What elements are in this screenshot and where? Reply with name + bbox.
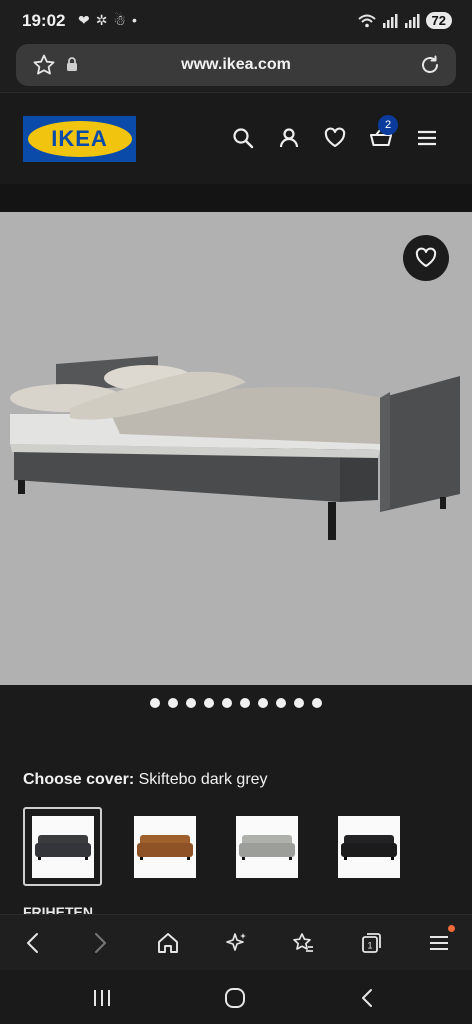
choose-cover-value: Skiftebo dark grey xyxy=(138,771,268,788)
header-actions: 2 xyxy=(232,115,438,149)
swatch-light-grey[interactable] xyxy=(227,807,306,886)
signal-icon xyxy=(404,13,420,28)
header-divider xyxy=(0,184,472,212)
dot-icon: • xyxy=(132,12,137,28)
swatch-image xyxy=(337,815,400,878)
carousel-dot[interactable] xyxy=(222,698,232,708)
address-bar[interactable]: www.ikea.com xyxy=(16,44,456,86)
swatch-black[interactable] xyxy=(329,807,408,886)
system-back-icon[interactable] xyxy=(357,987,379,1009)
sparkle-icon[interactable] xyxy=(224,931,248,955)
notification-dot xyxy=(448,925,455,932)
recent-apps-icon[interactable] xyxy=(91,987,113,1009)
signal-icon xyxy=(382,13,398,28)
swatch-dark-grey[interactable] xyxy=(23,807,102,886)
browser-menu-button[interactable] xyxy=(427,925,455,955)
bookmarks-icon[interactable] xyxy=(291,931,315,955)
status-notifications: ❤ ✲ ☃ • xyxy=(78,11,137,29)
back-arrow-icon[interactable] xyxy=(21,931,45,955)
sofa-thumbnail xyxy=(340,834,397,860)
logo-oval: IKEA xyxy=(27,121,132,157)
favourites-icon[interactable] xyxy=(324,127,346,149)
system-navigation-bar xyxy=(0,970,472,1024)
choose-cover-label: Choose cover: Skiftebo dark grey xyxy=(23,771,268,789)
carousel-dot[interactable] xyxy=(240,698,250,708)
menu-lines-icon xyxy=(430,936,448,950)
carousel-dot[interactable] xyxy=(150,698,160,708)
forward-arrow-icon[interactable] xyxy=(88,931,112,955)
browser-toolbar: www.ikea.com xyxy=(0,42,472,92)
image-carousel-dots xyxy=(0,698,472,708)
sofa-bed-image xyxy=(10,356,460,540)
site-header: IKEA 2 xyxy=(0,92,472,184)
battery-icon: 72 xyxy=(425,12,452,29)
sofa-thumbnail xyxy=(34,834,91,860)
home-button-icon[interactable] xyxy=(224,987,246,1009)
carousel-dot[interactable] xyxy=(276,698,286,708)
heart-outline-icon xyxy=(415,247,437,267)
heart-icon: ❤ xyxy=(78,12,90,28)
snowman-icon: ☃ xyxy=(113,12,127,28)
cart-button[interactable]: 2 xyxy=(369,115,398,149)
choose-cover-title: Choose cover: xyxy=(23,771,135,788)
menu-icon[interactable] xyxy=(416,127,438,149)
status-bar: 19:02 ❤ ✲ ☃ • 72 xyxy=(0,0,472,42)
logo-text: IKEA xyxy=(51,126,108,151)
cart-count-badge: 2 xyxy=(378,115,398,135)
status-time: 19:02 xyxy=(22,11,66,30)
sofa-thumbnail xyxy=(238,834,295,860)
carousel-dot[interactable] xyxy=(186,698,196,708)
swatch-image xyxy=(31,815,94,878)
carousel-dot[interactable] xyxy=(294,698,304,708)
carousel-dot[interactable] xyxy=(204,698,214,708)
sofa-thumbnail xyxy=(136,834,193,860)
carousel-dot[interactable] xyxy=(258,698,268,708)
browser-bottom-toolbar: 1 xyxy=(0,914,472,970)
carousel-dot[interactable] xyxy=(312,698,322,708)
product-image[interactable] xyxy=(0,212,472,685)
ikea-logo[interactable]: IKEA xyxy=(23,116,136,162)
url-text[interactable]: www.ikea.com xyxy=(16,56,456,74)
swatch-image xyxy=(235,815,298,878)
home-icon[interactable] xyxy=(156,931,180,955)
sync-icon: ✲ xyxy=(95,12,108,28)
account-icon[interactable] xyxy=(278,127,300,149)
swatch-image xyxy=(133,815,196,878)
add-to-favourites-button[interactable] xyxy=(403,235,449,281)
reload-icon[interactable] xyxy=(418,53,442,77)
product-name-heading: FRIHETEN xyxy=(23,904,93,914)
carousel-dot[interactable] xyxy=(168,698,178,708)
cover-swatches xyxy=(23,807,408,886)
swatch-brown[interactable] xyxy=(125,807,204,886)
search-icon[interactable] xyxy=(232,127,254,149)
tabs-icon[interactable]: 1 xyxy=(359,931,383,955)
svg-text:1: 1 xyxy=(367,941,372,951)
wifi-icon xyxy=(357,14,376,27)
status-right: 72 xyxy=(357,12,452,29)
